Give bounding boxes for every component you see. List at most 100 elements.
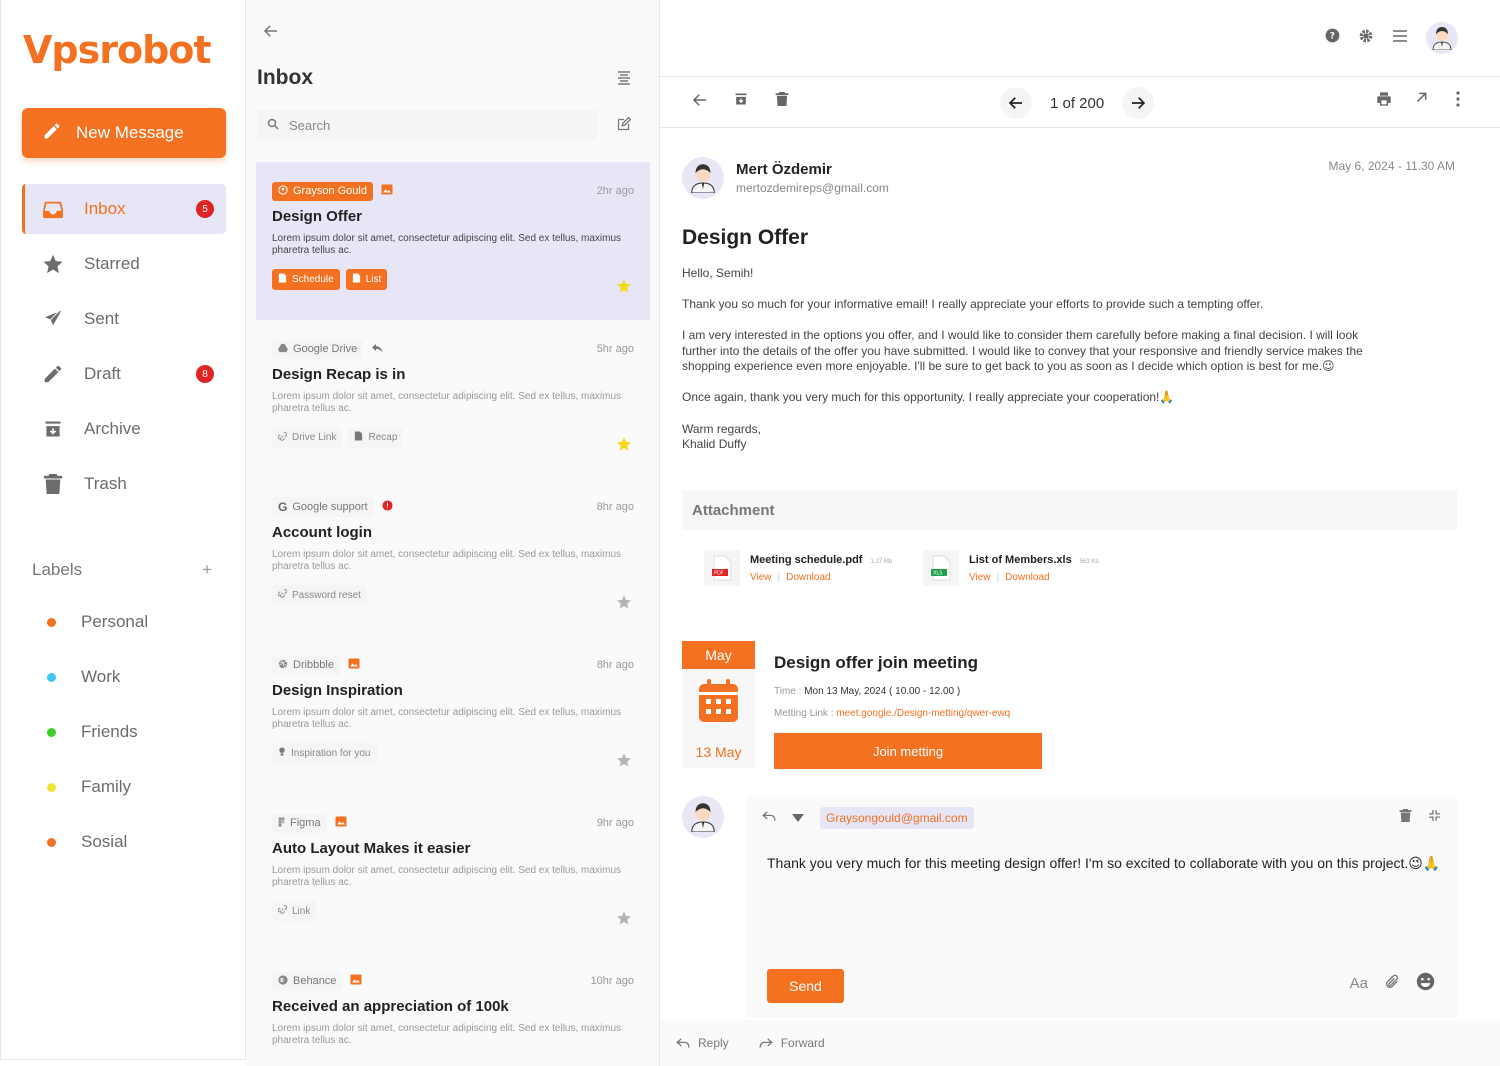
sidebar: Vpsrobot New Message Inbox 5 Starred Sen…	[0, 0, 246, 1060]
reply-icon[interactable]	[762, 809, 776, 827]
more-vertical-icon[interactable]	[1456, 91, 1460, 112]
behance-icon: B	[278, 974, 288, 988]
attachment-file: PDF Meeting schedule.pdf 1.27 Mb View | D…	[704, 550, 892, 586]
mail-item[interactable]: Grayson Gould 2hr ago Design Offer Lorem…	[256, 162, 650, 320]
avatar[interactable]	[1426, 22, 1458, 54]
print-icon[interactable]	[1376, 91, 1392, 112]
trash-icon	[42, 473, 64, 495]
search-input[interactable]: Search	[289, 118, 330, 133]
meeting-title: Design offer join meeting	[774, 653, 979, 672]
star-icon[interactable]	[616, 594, 632, 615]
tag-label: List	[365, 274, 382, 285]
star-icon[interactable]	[616, 278, 632, 299]
sidebar-item-archive[interactable]: Archive	[22, 404, 226, 454]
file-name-row: Meeting schedule.pdf 1.27 Mb	[750, 554, 892, 566]
chevron-down-icon[interactable]	[792, 809, 804, 827]
label-family[interactable]: Family	[47, 777, 131, 797]
view-file-link[interactable]: View	[750, 572, 772, 583]
collapse-icon[interactable]	[1428, 809, 1441, 827]
my-avatar	[682, 796, 724, 838]
reply-textarea[interactable]: Thank you very much for this meeting des…	[767, 854, 1447, 872]
sidebar-item-trash[interactable]: Trash	[22, 459, 226, 509]
mail-item[interactable]: Google Drive 5hr ago Design Recap is in …	[256, 320, 650, 478]
sender-chip: Grayson Gould	[272, 181, 373, 201]
view-file-link[interactable]: View	[969, 572, 991, 583]
image-icon	[348, 658, 360, 672]
mail-detail-panel: ? 1 of 200 Mert Özdemir mertozdemireps@g…	[660, 0, 1500, 1066]
download-file-link[interactable]: Download	[1005, 572, 1049, 583]
search-box[interactable]: Search	[257, 110, 597, 140]
download-file-link[interactable]: Download	[786, 572, 830, 583]
link-separator: |	[996, 571, 1000, 583]
meeting-link-url[interactable]: meet.google./Design-metting/qwer-ewq	[836, 708, 1010, 719]
star-icon[interactable]	[616, 436, 632, 457]
star-icon[interactable]	[616, 910, 632, 931]
mail-preview: Lorem ipsum dolor sit amet, consectetur …	[272, 707, 622, 730]
label-personal[interactable]: Personal	[47, 612, 148, 632]
next-mail-button[interactable]	[1122, 87, 1155, 119]
labels-header: Labels +	[32, 560, 212, 580]
file-name-row: List of Members.xls 563 Kb	[969, 554, 1099, 566]
trash-icon[interactable]	[1399, 808, 1412, 828]
mail-item[interactable]: Figma 9hr ago Auto Layout Makes it easie…	[256, 794, 650, 952]
list-title: Inbox	[257, 66, 313, 89]
emoji-icon[interactable]	[1416, 972, 1435, 995]
mail-subject: Design Recap is in	[272, 366, 406, 383]
label-sosial[interactable]: Sosial	[47, 832, 127, 852]
gear-icon[interactable]	[1358, 28, 1374, 49]
tag-chip[interactable]: Password reset	[272, 585, 367, 605]
mail-subject: Design Offer	[272, 208, 363, 225]
mail-tags: Password reset	[272, 585, 634, 605]
send-icon	[42, 308, 64, 330]
svg-text:B: B	[280, 978, 284, 984]
tag-chip[interactable]: Link	[272, 901, 317, 921]
inbox-icon	[42, 198, 64, 220]
compose-icon[interactable]	[616, 116, 632, 137]
label-text: Sosial	[81, 832, 128, 851]
sender-email: mertozdemireps@gmail.com	[736, 181, 889, 195]
trash-icon[interactable]	[775, 91, 789, 112]
help-icon[interactable]: ?	[1325, 28, 1340, 48]
label-work[interactable]: Work	[47, 667, 120, 687]
back-arrow-icon[interactable]	[262, 22, 280, 45]
tag-chip[interactable]: Recap	[348, 427, 404, 448]
filter-icon[interactable]	[616, 70, 632, 91]
bulb-icon	[278, 747, 286, 760]
reply-action[interactable]: Reply	[676, 1036, 729, 1050]
sidebar-item-starred[interactable]: Starred	[22, 239, 226, 289]
link-icon	[277, 431, 288, 444]
mail-toolbar: 1 of 200	[660, 76, 1500, 128]
menu-icon[interactable]	[1392, 29, 1408, 48]
add-label-button[interactable]: +	[202, 560, 212, 580]
reply-header: Graysongould@gmail.com	[746, 796, 1457, 840]
paperclip-icon[interactable]	[1384, 973, 1400, 995]
recipient-chip[interactable]: Graysongould@gmail.com	[820, 807, 974, 829]
font-format-button[interactable]: Aa	[1350, 975, 1368, 992]
label-friends[interactable]: Friends	[47, 722, 138, 742]
signature-name: Khalid Duffy	[682, 437, 747, 452]
tag-chip[interactable]: Schedule	[272, 269, 340, 290]
forward-action[interactable]: Forward	[759, 1036, 825, 1050]
mail-header: Grayson Gould 2hr ago	[272, 180, 634, 202]
sidebar-item-draft[interactable]: Draft 8	[22, 349, 226, 399]
join-meeting-button[interactable]: Join metting	[774, 733, 1042, 769]
tag-chip[interactable]: Drive Link	[272, 427, 343, 448]
previous-mail-button[interactable]	[1000, 87, 1032, 119]
mail-item[interactable]: Dribbble 8hr ago Design Inspiration Lore…	[256, 636, 650, 794]
tag-chip[interactable]: Inspiration for you	[272, 743, 377, 764]
back-arrow-icon[interactable]	[691, 91, 709, 114]
mail-item[interactable]: B Behance 10hr ago Received an appreciat…	[256, 952, 650, 1066]
mail-item[interactable]: G Google support 8hr ago Account login L…	[256, 478, 650, 636]
sidebar-item-label: Trash	[84, 474, 127, 493]
open-external-icon[interactable]	[1414, 91, 1428, 110]
reply-icon	[676, 1037, 690, 1049]
tag-chip[interactable]: List	[345, 269, 388, 290]
sidebar-item-inbox[interactable]: Inbox 5	[22, 184, 226, 234]
star-icon[interactable]	[616, 752, 632, 773]
send-button[interactable]: Send	[767, 969, 844, 1003]
new-message-button[interactable]: New Message	[22, 108, 226, 158]
archive-icon[interactable]	[733, 91, 749, 112]
sidebar-item-sent[interactable]: Sent	[22, 294, 226, 344]
mail-paragraph: Once again, thank you very much for this…	[682, 390, 1175, 405]
sender-name: Grayson Gould	[293, 185, 367, 197]
